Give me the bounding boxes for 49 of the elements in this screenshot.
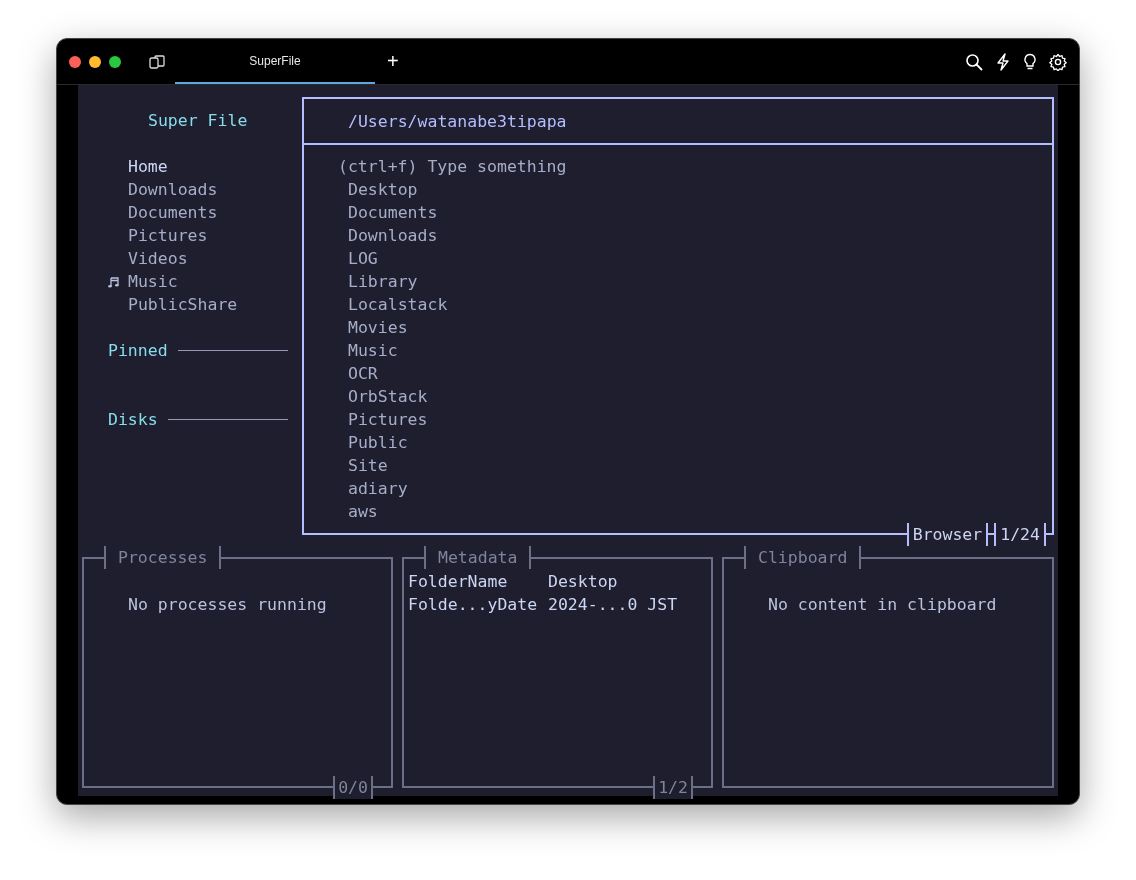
sidebar-item[interactable]: Music bbox=[128, 270, 178, 293]
lightning-icon[interactable] bbox=[995, 52, 1011, 71]
file-item[interactable]: LOG bbox=[338, 247, 378, 270]
sidebar-item[interactable]: Videos bbox=[128, 247, 188, 270]
file-item[interactable]: Documents bbox=[338, 201, 438, 224]
file-item[interactable]: OCR bbox=[338, 362, 378, 385]
file-item[interactable]: Desktop bbox=[338, 178, 418, 201]
file-item[interactable]: adiary bbox=[338, 477, 408, 500]
search-icon[interactable] bbox=[965, 52, 983, 71]
sidebar-item[interactable]: Documents bbox=[128, 201, 218, 224]
file-item[interactable]: OrbStack bbox=[338, 385, 428, 408]
file-item[interactable]: Public bbox=[338, 431, 408, 454]
panel-title: Metadata bbox=[424, 546, 532, 569]
metadata-value: Desktop bbox=[548, 571, 619, 593]
search-field[interactable]: (ctrl+f) Type something bbox=[338, 155, 738, 178]
app-title: Super File bbox=[147, 110, 249, 132]
file-item[interactable]: Localstack bbox=[338, 293, 448, 316]
close-button[interactable] bbox=[69, 55, 81, 68]
panel-title: Browser bbox=[906, 523, 989, 546]
section-heading: Pinned bbox=[108, 340, 168, 362]
minimize-button[interactable] bbox=[89, 55, 101, 68]
file-item[interactable]: Music bbox=[338, 339, 398, 362]
sidebar-item[interactable]: Home bbox=[128, 155, 168, 178]
file-item[interactable]: Site bbox=[338, 454, 388, 477]
file-item[interactable]: Movies bbox=[338, 316, 408, 339]
panel-title: Processes bbox=[104, 546, 222, 569]
path-text: /Users/watanabe3tipapa bbox=[348, 110, 567, 133]
new-tab-button[interactable]: + bbox=[383, 50, 403, 73]
lightbulb-icon[interactable] bbox=[1023, 52, 1037, 71]
metadata-key: FolderName bbox=[408, 570, 548, 593]
settings-icon[interactable] bbox=[1049, 52, 1067, 71]
file-item[interactable]: Library bbox=[338, 270, 418, 293]
sidebar-item[interactable]: Downloads bbox=[128, 178, 218, 201]
empty-message: No processes running bbox=[127, 594, 328, 616]
panel-title: Clipboard bbox=[744, 546, 862, 569]
metadata-key: Folde...yDate bbox=[408, 593, 548, 616]
metadata-value: 2024-...0 JST bbox=[548, 594, 678, 616]
file-item[interactable]: Pictures bbox=[338, 408, 428, 431]
file-item[interactable]: Downloads bbox=[338, 224, 438, 247]
section-heading: Disks bbox=[108, 409, 158, 431]
position-counter: 1/24 bbox=[994, 523, 1046, 546]
file-item[interactable]: aws bbox=[338, 500, 378, 523]
sidebar-item[interactable]: Pictures bbox=[128, 224, 208, 247]
sidebar-toggle-icon[interactable] bbox=[149, 54, 165, 69]
position-counter: 0/0 bbox=[333, 776, 373, 799]
position-counter: 1/2 bbox=[653, 776, 693, 799]
empty-message: No content in clipboard bbox=[767, 594, 998, 616]
sidebar-item[interactable]: PublicShare bbox=[128, 293, 238, 316]
zoom-button[interactable] bbox=[109, 55, 121, 68]
